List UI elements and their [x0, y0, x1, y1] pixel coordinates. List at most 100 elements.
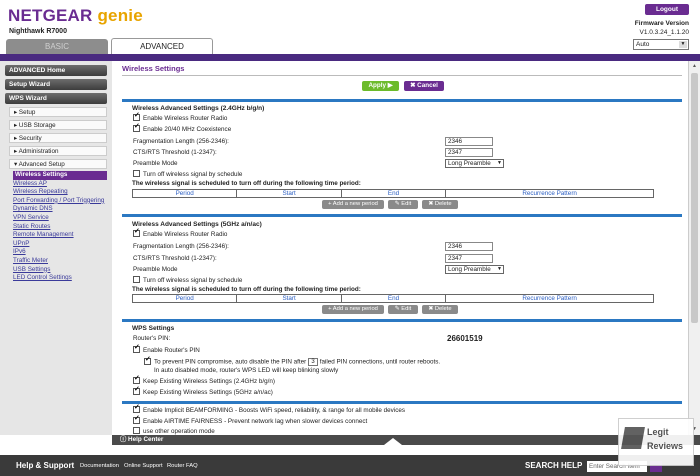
column-end: End: [342, 190, 447, 197]
band24-schedule-row: Turn off wireless signal by schedule: [133, 170, 243, 179]
wps-keep5-label: Keep Existing Wireless Settings (5GHz a/…: [143, 389, 273, 397]
other-mode-checkbox[interactable]: [133, 427, 140, 434]
band24-schedule-checkbox[interactable]: [133, 170, 140, 177]
sidebar-item-usb-storage[interactable]: ▸ USB Storage: [9, 120, 107, 130]
section-divider: [122, 401, 682, 404]
logout-button[interactable]: Logout: [645, 4, 689, 15]
sidebar-link-vpn-service[interactable]: VPN Service: [13, 214, 107, 223]
sidebar-item-security[interactable]: ▸ Security: [9, 133, 107, 143]
band5-schedule-table: Period Start End Recurrence Pattern + Ad…: [132, 294, 654, 316]
sidebar-link-upnp[interactable]: UPnP: [13, 240, 107, 249]
router-faq-link[interactable]: Router FAQ: [167, 463, 198, 469]
column-start: Start: [237, 295, 342, 302]
scroll-thumb[interactable]: [691, 73, 698, 323]
band24-preamble-value: Long Preamble: [448, 160, 491, 167]
chevron-down-icon: ▼: [497, 160, 502, 166]
sidebar-item-setup-wizard[interactable]: Setup Wizard: [5, 79, 107, 90]
sidebar-item-wps-wizard[interactable]: WPS Wizard: [5, 93, 107, 104]
wps-fail-count-input[interactable]: 3: [308, 358, 318, 366]
band24-coexist-checkbox[interactable]: [133, 123, 140, 132]
wps-prevent-row: To prevent PIN compromise, auto disable …: [144, 356, 440, 367]
beamforming-checkbox[interactable]: [133, 404, 140, 413]
sidebar-link-wireless-ap[interactable]: Wireless AP: [13, 180, 107, 189]
brand-genie: genie: [97, 6, 143, 25]
wps-title: WPS Settings: [132, 325, 175, 332]
airtime-checkbox[interactable]: [133, 415, 140, 424]
sidebar-link-port-forwarding[interactable]: Port Forwarding / Port Triggering: [13, 197, 107, 206]
apply-button[interactable]: Apply ▶: [362, 81, 399, 91]
sidebar-link-ipv6[interactable]: IPv6: [13, 248, 107, 257]
firmware-info: Firmware Version V1.0.3.24_1.1.20: [635, 19, 689, 37]
sidebar-link-wireless-settings[interactable]: Wireless Settings: [13, 171, 107, 180]
expand-up-icon[interactable]: [384, 438, 402, 445]
band24-schedule-table: Period Start End Recurrence Pattern + Ad…: [132, 189, 654, 211]
band5-preamble-label: Preamble Mode: [133, 266, 178, 273]
sidebar-link-usb-settings[interactable]: USB Settings: [13, 266, 107, 275]
help-center-bar[interactable]: ⓘ Help Center: [112, 435, 700, 445]
band24-schedule-label: Turn off wireless signal by schedule: [143, 171, 243, 179]
section-divider: [122, 214, 682, 217]
wps-auto-disabled-note: In auto disabled mode, router's WPS LED …: [154, 367, 339, 374]
band24-enable-radio-checkbox[interactable]: [133, 112, 140, 121]
brand-netgear: NETGEAR: [8, 6, 93, 25]
delete-period-button[interactable]: ✖ Delete: [422, 200, 458, 209]
sidebar-link-wireless-repeating[interactable]: Wireless Repeating: [13, 188, 107, 197]
column-recurrence: Recurrence Pattern: [522, 190, 577, 197]
wps-prevent-checkbox[interactable]: [144, 356, 151, 365]
schedule-buttons: + Add a new period ✎ Edit ✖ Delete: [322, 200, 458, 209]
wps-pin-label: Router's PIN:: [133, 335, 171, 342]
add-period-button[interactable]: + Add a new period: [322, 200, 384, 209]
band5-enable-radio-checkbox[interactable]: [133, 228, 140, 237]
wps-keep24-checkbox[interactable]: [133, 375, 140, 384]
band5-frag-input[interactable]: 2346: [445, 242, 493, 251]
band24-frag-label: Fragmentation Length (256-2346):: [133, 138, 229, 145]
search-help-label: SEARCH HELP: [525, 461, 583, 470]
sidebar-link-led-control[interactable]: LED Control Settings: [13, 274, 107, 283]
help-support-label: Help & Support: [16, 461, 75, 470]
sidebar-item-administration[interactable]: ▸ Administration: [9, 146, 107, 156]
help-center-label: ⓘ Help Center: [120, 436, 164, 443]
sidebar-item-advanced-home[interactable]: ADVANCED Home: [5, 65, 107, 76]
wps-prevent-label: To prevent PIN compromise, auto disable …: [154, 358, 307, 366]
documentation-link[interactable]: Documentation: [80, 463, 119, 469]
watermark-line2: Reviews: [647, 441, 684, 451]
chevron-down-icon: ▼: [497, 266, 502, 272]
wps-keep24-label: Keep Existing Wireless Settings (2.4GHz …: [143, 378, 275, 386]
band5-rts-input[interactable]: 2347: [445, 254, 493, 263]
band5-schedule-checkbox[interactable]: [133, 276, 140, 283]
online-support-link[interactable]: Online Support: [124, 463, 163, 469]
sidebar-item-advanced-setup[interactable]: ▾ Advanced Setup: [9, 159, 107, 169]
main-content: Wireless Settings Apply ▶ ✖ Cancel Wirel…: [112, 61, 700, 435]
firmware-label: Firmware Version: [634, 20, 689, 27]
wps-keep5-checkbox[interactable]: [133, 386, 140, 395]
band24-title: Wireless Advanced Settings (2.4GHz b/g/n…: [132, 105, 265, 112]
wps-enable-pin-checkbox[interactable]: [133, 344, 140, 353]
sidebar-link-dynamic-dns[interactable]: Dynamic DNS: [13, 205, 107, 214]
band24-preamble-select[interactable]: Long Preamble ▼: [445, 159, 504, 168]
firmware-version: V1.0.3.24_1.1.20: [639, 29, 689, 36]
add-period-button[interactable]: + Add a new period: [322, 305, 384, 314]
sidebar-link-traffic-meter[interactable]: Traffic Meter: [13, 257, 107, 266]
delete-period-button[interactable]: ✖ Delete: [422, 305, 458, 314]
wps-pin-value: 26601519: [447, 334, 483, 343]
band5-title: Wireless Advanced Settings (5GHz a/n/ac): [132, 221, 262, 228]
content-scrollbar[interactable]: ▲ ▼: [688, 61, 700, 435]
band24-frag-input[interactable]: 2346: [445, 137, 493, 146]
section-divider: [122, 99, 682, 102]
watermark-line1: Legit: [647, 427, 669, 437]
edit-period-button[interactable]: ✎ Edit: [388, 305, 418, 314]
band5-enable-radio-row: Enable Wireless Router Radio: [133, 228, 227, 239]
wps-keep5-row: Keep Existing Wireless Settings (5GHz a/…: [133, 386, 273, 397]
sidebar-item-setup[interactable]: ▸ Setup: [9, 107, 107, 117]
sidebar-link-remote-management[interactable]: Remote Management: [13, 231, 107, 240]
edit-period-button[interactable]: ✎ Edit: [388, 200, 418, 209]
scroll-up-icon[interactable]: ▲: [691, 63, 698, 70]
cancel-button[interactable]: ✖ Cancel: [404, 81, 444, 91]
tab-basic[interactable]: BASIC: [6, 39, 108, 54]
sidebar-link-static-routes[interactable]: Static Routes: [13, 223, 107, 232]
tab-advanced[interactable]: ADVANCED: [111, 38, 213, 54]
airtime-row: Enable AIRTIME FAIRNESS - Prevent networ…: [133, 415, 367, 426]
band5-schedule-row: Turn off wireless signal by schedule: [133, 276, 242, 285]
band24-rts-input[interactable]: 2347: [445, 148, 493, 157]
band5-preamble-select[interactable]: Long Preamble ▼: [445, 265, 504, 274]
